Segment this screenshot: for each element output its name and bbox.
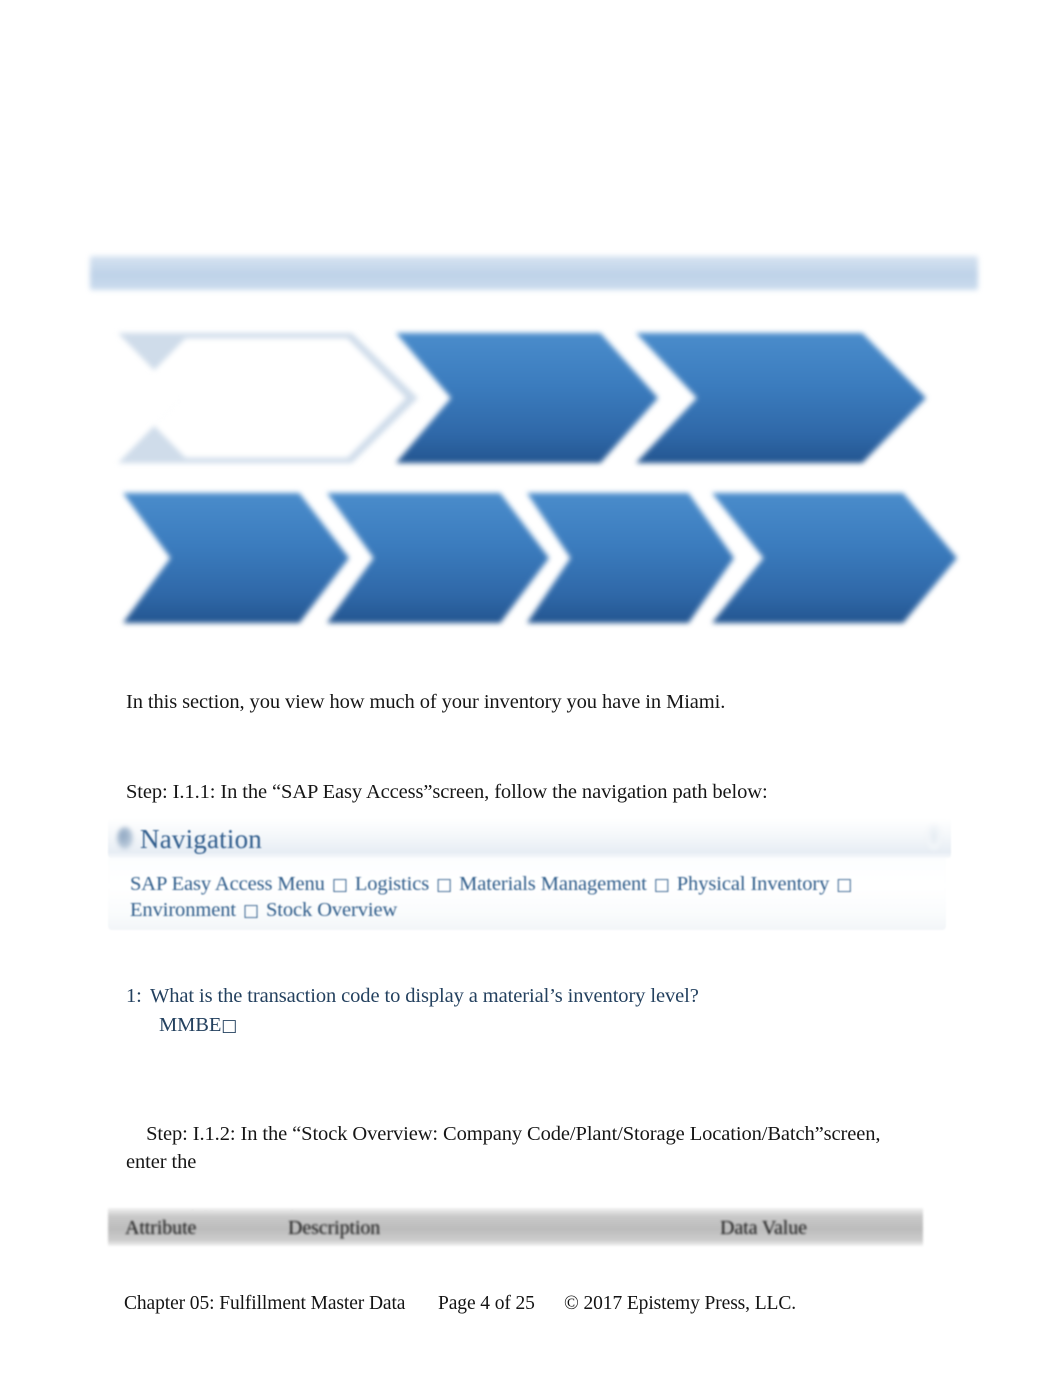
step-1-2-text: Step: I.1.2: In the “Stock Overview: Com…	[126, 1092, 916, 1288]
nav-separator-icon-5: □	[242, 901, 259, 921]
chevron-row1-item-3	[636, 333, 926, 463]
nav-separator-icon-3: □	[653, 875, 670, 895]
navigation-header-band: Navigation	[108, 818, 951, 858]
nav-path-item-2[interactable]: Logistics	[355, 873, 429, 895]
question-answer-glyph: □	[221, 1016, 238, 1036]
nav-path-item-4[interactable]: Physical Inventory	[677, 873, 830, 895]
navigation-callout: Navigation SAP Easy Access Menu □ Logist…	[108, 818, 958, 936]
nav-separator-icon-4: □	[836, 875, 853, 895]
chevron-row2-item-2	[327, 493, 549, 623]
chevron-row1-item-1	[118, 333, 418, 463]
table-header-data-value: Data Value	[720, 1217, 807, 1239]
nav-path-item-1[interactable]: SAP Easy Access Menu	[130, 873, 325, 895]
document-page: In this section, you view how much of yo…	[0, 0, 1062, 1376]
nav-path-item-6[interactable]: Stock Overview	[266, 899, 397, 921]
nav-path-item-3[interactable]: Materials Management	[459, 873, 647, 895]
diagram-title-bar	[90, 256, 978, 290]
footer-page-number: Page 4 of 25	[438, 1293, 535, 1314]
nav-path-item-5[interactable]: Environment	[130, 899, 236, 921]
process-chevron-diagram	[85, 248, 985, 638]
table-header-attribute: Attribute	[125, 1217, 197, 1239]
navigation-body: SAP Easy Access Menu □ Logistics □ Mater…	[108, 858, 946, 930]
question-block: 1: What is the transaction code to displa…	[126, 982, 886, 1041]
step-1-1-text: Step: I.1.1: In the “SAP Easy Access”scr…	[126, 781, 768, 803]
question-answer-value: MMBE	[159, 1014, 222, 1036]
navigation-endcap-icon	[927, 824, 941, 850]
intro-paragraph: In this section, you view how much of yo…	[126, 691, 726, 713]
chevron-row-2	[85, 493, 957, 623]
chevron-row2-item-3	[527, 493, 734, 623]
navigation-title: Navigation	[140, 824, 262, 854]
question-number: 1:	[126, 985, 142, 1007]
nav-separator-icon-2: □	[436, 875, 453, 895]
chevron-row2-item-1	[123, 493, 349, 623]
data-table-header-row: Attribute Description Data Value	[108, 1208, 923, 1246]
footer-chapter: Chapter 05: Fulfillment Master Data	[124, 1293, 406, 1314]
navigation-bullet-icon	[117, 827, 133, 849]
nav-separator-icon-1: □	[331, 875, 348, 895]
question-text: What is the transaction code to display …	[150, 985, 699, 1007]
page-footer: Chapter 05: Fulfillment Master Data Page…	[124, 1291, 944, 1319]
footer-copyright: © 2017 Epistemy Press, LLC.	[564, 1293, 797, 1314]
navigation-path: SAP Easy Access Menu □ Logistics □ Mater…	[130, 872, 930, 924]
table-header-description: Description	[288, 1217, 381, 1239]
question-answer[interactable]: MMBE□	[159, 1011, 886, 1041]
chevron-row2-item-4	[712, 493, 957, 623]
chevron-row1-item-2	[396, 333, 658, 463]
chevron-row-1	[85, 333, 926, 463]
step-1-2-line-1: Step: I.1.2: In the “Stock Overview: Com…	[126, 1123, 886, 1173]
